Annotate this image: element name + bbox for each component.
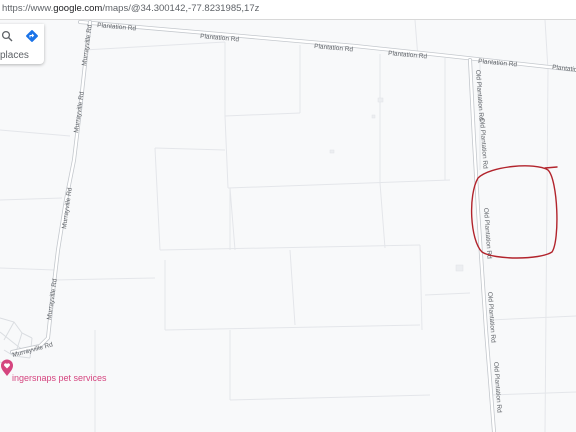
url-text[interactable]: https://www.google.com/maps/@34.300142,-… <box>2 3 259 14</box>
places-label[interactable]: places <box>0 50 29 61</box>
browser-address-bar[interactable]: https://www.google.com/maps/@34.300142,-… <box>0 0 576 20</box>
url-domain: google.com <box>53 3 103 14</box>
map-side-panel: places <box>0 24 44 64</box>
url-path: /maps/@34.300142,-77.8231985,17z <box>102 3 260 14</box>
map-canvas[interactable]: Plantation Rd Plantation Rd Plantation R… <box>0 19 576 432</box>
search-icon[interactable] <box>1 30 13 42</box>
url-prefix: https://www. <box>2 3 54 14</box>
poi-label[interactable]: ingersnaps pet services <box>12 373 107 383</box>
directions-icon[interactable] <box>25 29 39 43</box>
